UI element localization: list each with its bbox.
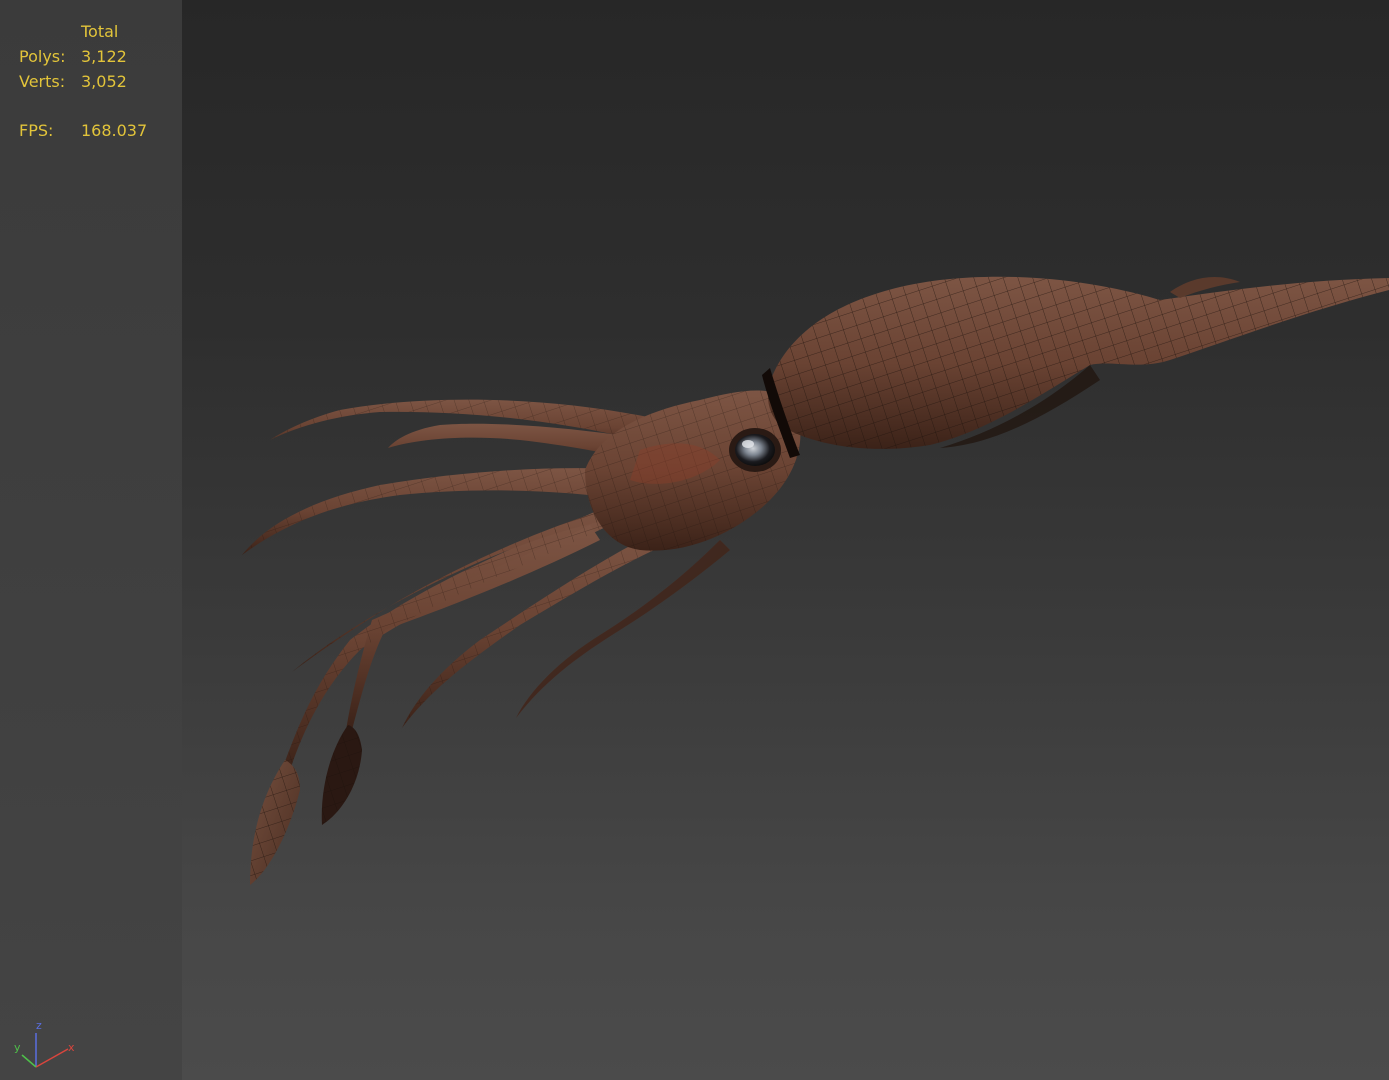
- axis-y-label: y: [14, 1041, 21, 1054]
- axis-x-line: [35, 1048, 69, 1068]
- squid-eye: [729, 428, 781, 472]
- squid-mantle: [762, 276, 1389, 458]
- axis-x-label: x: [68, 1041, 75, 1054]
- squid-wireframe-model[interactable]: [0, 0, 1389, 1080]
- axis-gizmo: z x y: [14, 1019, 75, 1068]
- axis-z-label: z: [36, 1019, 42, 1032]
- axis-y-line: [21, 1054, 37, 1068]
- 3d-viewport[interactable]: Total Polys: 3,122 Verts: 3,052 FPS: 168…: [0, 0, 1389, 1080]
